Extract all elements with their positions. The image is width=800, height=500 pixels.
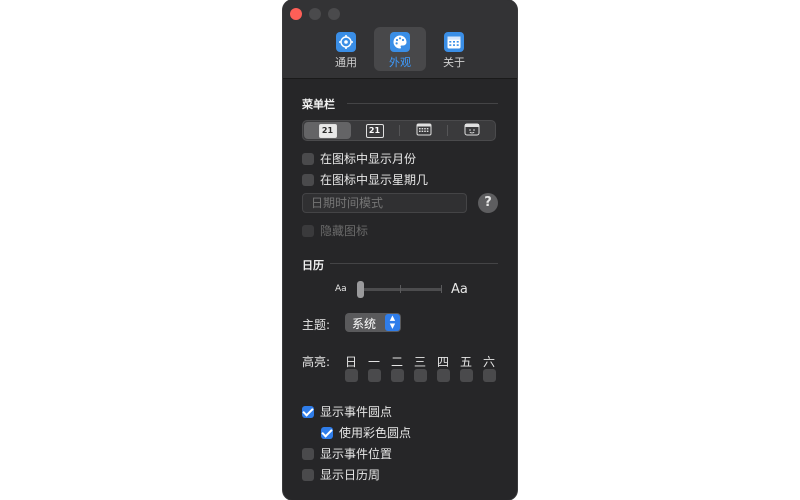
show-calendar-weeks-option[interactable]: 显示日历周 (302, 466, 380, 483)
section-divider (347, 103, 498, 104)
minimize-button[interactable] (309, 8, 321, 20)
show-month-checkbox[interactable] (302, 152, 314, 165)
slider-tick (441, 285, 442, 293)
weekday-label: 日 (344, 355, 357, 369)
show-month-label: 在图标中显示月份 (320, 152, 417, 166)
icon-style-segmented-control[interactable]: 21 21 (302, 120, 496, 141)
text-size-slider-knob[interactable] (357, 281, 364, 298)
tab-appearance[interactable]: 外观 (374, 27, 426, 71)
theme-label: 主题: (302, 318, 331, 332)
zoom-button[interactable] (328, 8, 340, 20)
icon-style-filled-number[interactable]: 21 (304, 122, 351, 139)
weekday-label: 二 (390, 355, 403, 369)
theme-value: 系统 (352, 317, 377, 331)
highlight-sunday-checkbox[interactable] (345, 369, 358, 382)
highlight-wednesday-checkbox[interactable] (414, 369, 427, 382)
use-colored-dots-checkbox[interactable] (321, 426, 333, 439)
highlight-label: 高亮: (302, 355, 331, 369)
calendar-grid-icon (416, 121, 432, 140)
show-month-option[interactable]: 在图标中显示月份 (302, 150, 416, 167)
weekday-label: 六 (482, 355, 495, 369)
theme-popup-button[interactable]: 系统 ▲ ▼ (345, 313, 401, 332)
show-event-dots-checkbox[interactable] (302, 405, 314, 418)
icon-style-grid[interactable] (400, 122, 447, 139)
tab-about[interactable]: 关于 (428, 27, 480, 71)
tab-appearance-label: 外观 (389, 56, 411, 69)
highlight-friday-checkbox[interactable] (460, 369, 473, 382)
tab-general-label: 通用 (335, 56, 357, 69)
highlight-tuesday-checkbox[interactable] (391, 369, 404, 382)
gear-icon (336, 32, 356, 52)
tab-general[interactable]: 通用 (320, 27, 372, 71)
tab-about-label: 关于 (443, 56, 465, 69)
calendar-number-outline-icon: 21 (365, 123, 384, 138)
text-size-large-label: Aa (451, 282, 468, 297)
show-weekday-checkbox[interactable] (302, 173, 314, 186)
toolbar: 通用 外观 关于 (283, 0, 517, 79)
weekday-label: 三 (413, 355, 426, 369)
show-calendar-weeks-label: 显示日历周 (320, 468, 381, 482)
hide-icon-label: 隐藏图标 (320, 224, 369, 238)
weekday-label: 一 (367, 355, 380, 369)
show-event-location-checkbox[interactable] (302, 447, 314, 460)
highlight-monday-checkbox[interactable] (368, 369, 381, 382)
hide-icon-checkbox (302, 224, 314, 237)
calendar-section-title: 日历 (302, 259, 324, 272)
show-event-dots-option[interactable]: 显示事件圆点 (302, 403, 392, 420)
calendar-face-icon (464, 121, 480, 140)
calendar-icon (444, 32, 464, 52)
icon-style-outline-number[interactable]: 21 (351, 122, 398, 139)
show-calendar-weeks-checkbox[interactable] (302, 468, 314, 481)
use-colored-dots-label: 使用彩色圆点 (339, 426, 412, 440)
menubar-section-title: 菜单栏 (302, 98, 335, 111)
slider-tick (400, 285, 401, 293)
show-event-location-label: 显示事件位置 (320, 447, 393, 461)
hide-icon-option: 隐藏图标 (302, 222, 368, 239)
use-colored-dots-option[interactable]: 使用彩色圆点 (321, 424, 411, 441)
text-size-slider-track[interactable] (360, 288, 442, 291)
help-button[interactable]: ? (478, 193, 498, 213)
calendar-number-filled-icon: 21 (318, 123, 337, 138)
text-size-small-label: Aa (335, 284, 347, 294)
palette-icon (390, 32, 410, 52)
datetime-pattern-input[interactable] (302, 193, 467, 213)
section-divider (330, 263, 498, 264)
show-weekday-option[interactable]: 在图标中显示星期几 (302, 171, 428, 188)
show-event-location-option[interactable]: 显示事件位置 (302, 445, 392, 462)
highlight-thursday-checkbox[interactable] (437, 369, 450, 382)
close-button[interactable] (290, 8, 302, 20)
chevron-up-down-icon: ▲ ▼ (385, 314, 400, 331)
highlight-saturday-checkbox[interactable] (483, 369, 496, 382)
preferences-window: 通用 外观 关于 菜单栏 21 21 在图标中显示月份 在图标中显示星期几 日期… (283, 0, 517, 500)
show-weekday-label: 在图标中显示星期几 (320, 173, 429, 187)
show-event-dots-label: 显示事件圆点 (320, 405, 393, 419)
weekday-label: 五 (459, 355, 472, 369)
icon-style-face[interactable] (448, 122, 495, 139)
weekday-label: 四 (436, 355, 449, 369)
